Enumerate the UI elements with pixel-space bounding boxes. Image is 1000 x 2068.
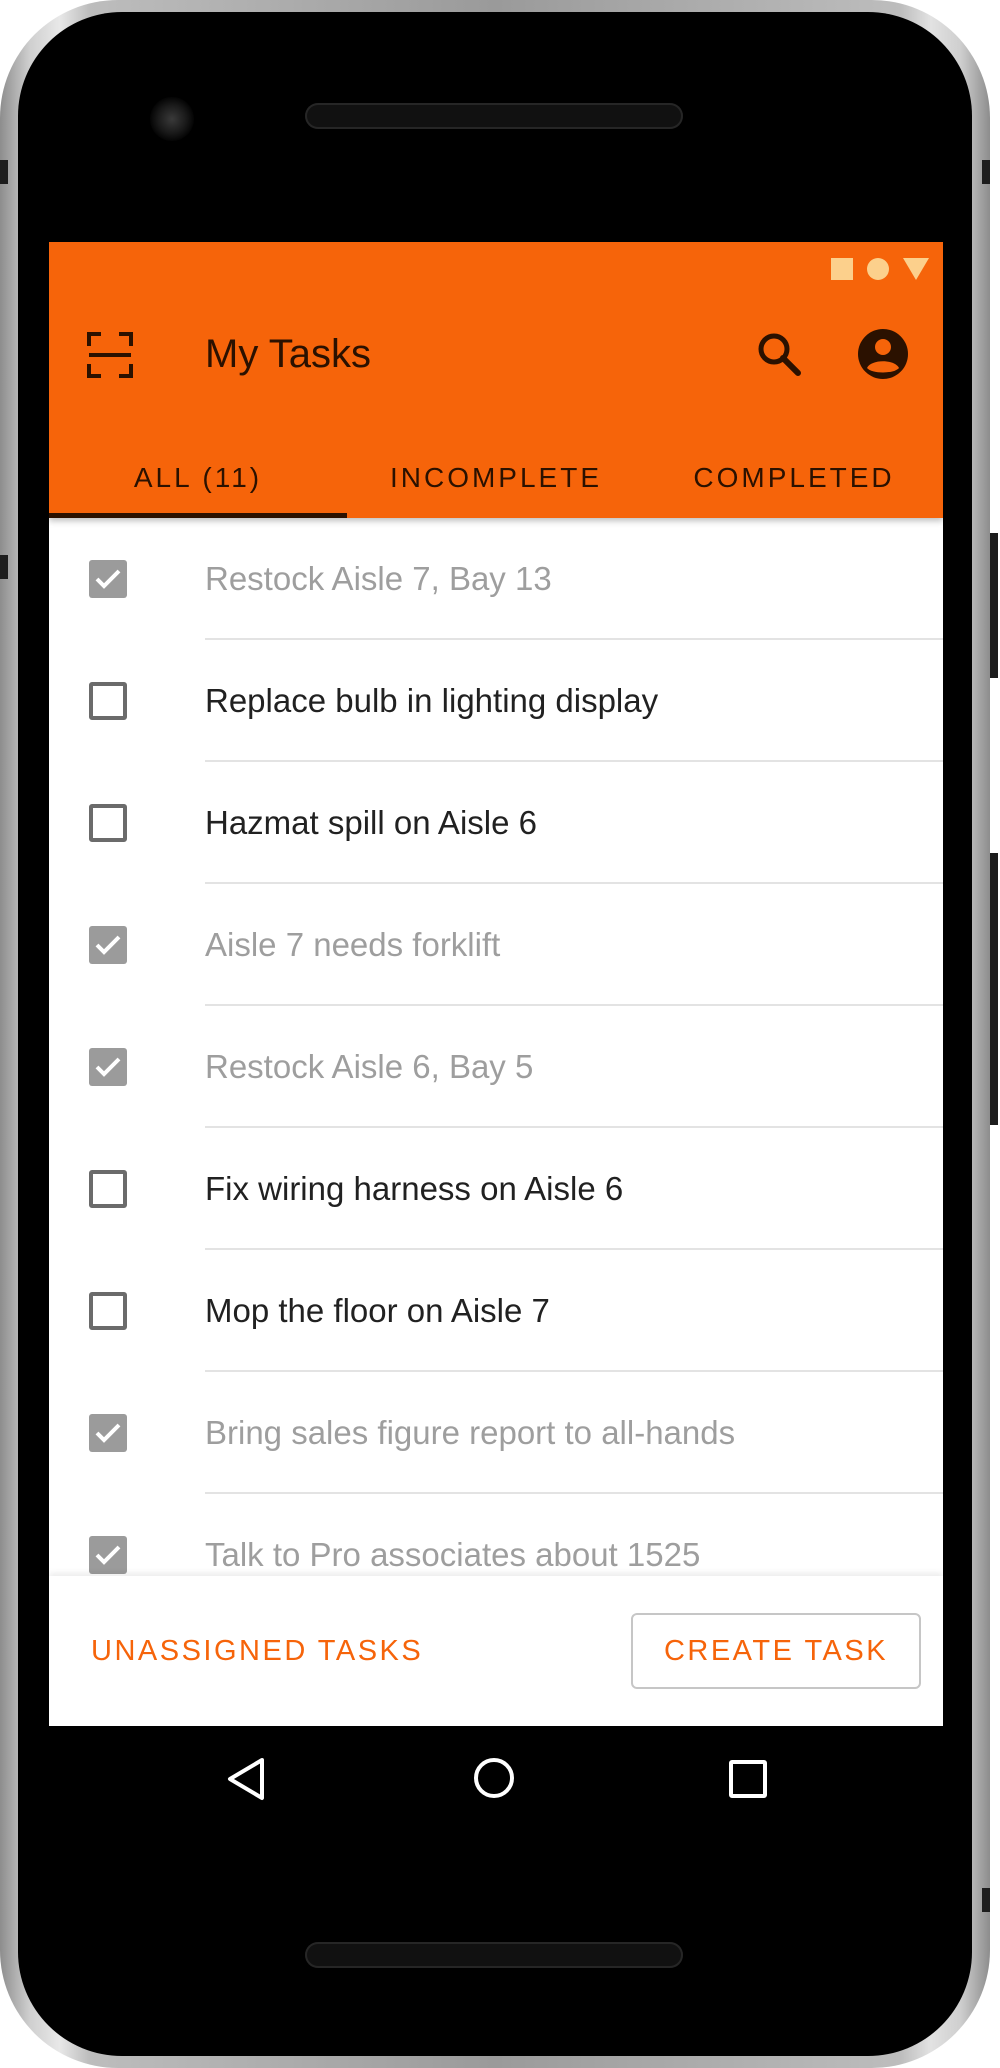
checkbox-checked[interactable] xyxy=(89,1048,127,1086)
home-icon[interactable] xyxy=(474,1758,514,1798)
phone-side-button xyxy=(982,1888,990,1912)
checkbox-checked[interactable] xyxy=(89,926,127,964)
account-circle-icon[interactable] xyxy=(856,327,910,381)
recents-icon[interactable] xyxy=(729,1760,767,1798)
task-label: Bring sales figure report to all-hands xyxy=(205,1414,736,1451)
task-row[interactable]: Hazmat spill on Aisle 6 xyxy=(49,762,943,884)
unassigned-tasks-button[interactable]: UNASSIGNED TASKS xyxy=(91,1626,423,1676)
bottom-speaker xyxy=(305,1942,683,1968)
search-icon[interactable] xyxy=(754,329,804,379)
task-label: Fix wiring harness on Aisle 6 xyxy=(205,1170,624,1207)
phone-side-button xyxy=(982,160,990,184)
checkbox-unchecked[interactable] xyxy=(89,682,127,720)
tab-bar: ALL (11) INCOMPLETE COMPLETED xyxy=(49,438,943,518)
task-row[interactable]: Restock Aisle 7, Bay 13 xyxy=(49,518,943,640)
checkbox-checked[interactable] xyxy=(89,1536,127,1574)
task-row[interactable]: Replace bulb in lighting display xyxy=(49,640,943,762)
triangle-icon xyxy=(903,258,929,280)
power-button xyxy=(990,853,998,1125)
tab-completed[interactable]: COMPLETED xyxy=(645,438,943,518)
earpiece-speaker xyxy=(305,103,683,129)
app-screen: My Tasks ALL (11) INCOMPLETE COMPLETED R… xyxy=(49,242,943,1726)
bottom-action-bar: UNASSIGNED TASKS CREATE TASK xyxy=(49,1576,943,1726)
task-label: Hazmat spill on Aisle 6 xyxy=(205,804,537,841)
volume-button xyxy=(990,533,998,678)
task-row[interactable]: Mop the floor on Aisle 7 xyxy=(49,1250,943,1372)
checkbox-unchecked[interactable] xyxy=(89,1292,127,1330)
task-label: Aisle 7 needs forklift xyxy=(205,926,501,963)
tab-completed-label: COMPLETED xyxy=(693,462,895,493)
task-row[interactable]: Restock Aisle 6, Bay 5 xyxy=(49,1006,943,1128)
checkbox-unchecked[interactable] xyxy=(89,804,127,842)
tab-all[interactable]: ALL (11) xyxy=(49,438,347,518)
page-title: My Tasks xyxy=(205,332,371,376)
task-label: Restock Aisle 7, Bay 13 xyxy=(205,560,552,597)
task-label: Mop the floor on Aisle 7 xyxy=(205,1292,550,1329)
checkbox-checked[interactable] xyxy=(89,560,127,598)
task-row[interactable]: Talk to Pro associates about 1525 xyxy=(49,1494,943,1576)
square-icon xyxy=(831,258,853,280)
task-row[interactable]: Aisle 7 needs forklift xyxy=(49,884,943,1006)
scan-icon[interactable] xyxy=(87,332,133,378)
phone-side-button xyxy=(0,160,8,184)
task-list: Restock Aisle 7, Bay 13 Replace bulb in … xyxy=(49,518,943,1576)
tab-incomplete[interactable]: INCOMPLETE xyxy=(347,438,645,518)
tab-incomplete-label: INCOMPLETE xyxy=(389,462,603,493)
task-label: Replace bulb in lighting display xyxy=(205,682,659,719)
task-row[interactable]: Bring sales figure report to all-hands xyxy=(49,1372,943,1494)
app-bar: My Tasks ALL (11) INCOMPLETE COMPLETED xyxy=(49,242,943,518)
phone-side-button xyxy=(0,555,8,579)
circle-icon xyxy=(867,258,889,280)
back-icon[interactable] xyxy=(224,1756,268,1807)
status-bar xyxy=(831,256,929,282)
task-label: Talk to Pro associates about 1525 xyxy=(205,1536,701,1573)
checkbox-unchecked[interactable] xyxy=(89,1170,127,1208)
front-camera xyxy=(150,97,194,141)
tab-all-label: ALL (11) xyxy=(133,462,263,493)
task-label: Restock Aisle 6, Bay 5 xyxy=(205,1048,534,1085)
system-navigation-bar xyxy=(49,1726,943,1832)
checkbox-checked[interactable] xyxy=(89,1414,127,1452)
task-row[interactable]: Fix wiring harness on Aisle 6 xyxy=(49,1128,943,1250)
create-task-button[interactable]: CREATE TASK xyxy=(631,1613,921,1689)
